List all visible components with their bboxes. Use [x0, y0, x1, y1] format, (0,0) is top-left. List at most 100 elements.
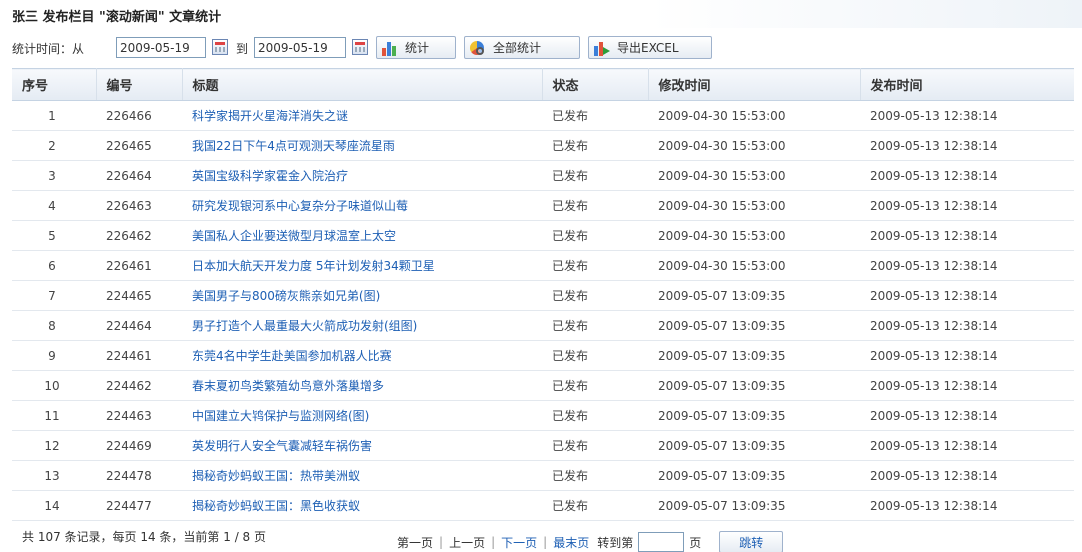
row-seq-cell: 10: [12, 370, 96, 401]
goto-label: 转到第: [597, 535, 634, 550]
row-modified-time-cell: 2009-05-07 13:09:35: [648, 460, 860, 491]
row-status-cell: 已发布: [542, 490, 648, 521]
row-seq-cell: 11: [12, 400, 96, 431]
export-excel-button[interactable]: 导出EXCEL: [588, 36, 712, 59]
row-id-cell: 226461: [96, 250, 182, 281]
row-seq-cell: 7: [12, 280, 96, 311]
row-published-time-cell: 2009-05-13 12:38:14: [860, 490, 1074, 521]
row-status-cell: 已发布: [542, 130, 648, 161]
time-range-label: 统计时间：从: [12, 42, 85, 56]
row-status-cell: 已发布: [542, 160, 648, 191]
goto-page-input[interactable]: [638, 532, 685, 552]
table-row: 12 224469 英发明行人安全气囊减轻车祸伤害 已发布 2009-05-07 13:…: [12, 430, 1074, 461]
row-title-cell: 东莞4名中学生赴美国参加机器人比赛: [182, 340, 542, 371]
row-id-cell: 224469: [96, 430, 182, 461]
row-title-link[interactable]: 中国建立大鸨保护与监测网络(图): [192, 409, 369, 423]
row-modified-time-cell: 2009-04-30 15:53:00: [648, 130, 860, 161]
stats-button[interactable]: 统计: [376, 36, 456, 59]
table-row: 9 224461 东莞4名中学生赴美国参加机器人比赛 已发布 2009-05-07 13…: [12, 340, 1074, 371]
row-seq-cell: 5: [12, 220, 96, 251]
row-title-cell: 美国男子与800磅灰熊亲如兄弟(图): [182, 280, 542, 311]
to-label: 到: [236, 42, 249, 56]
pager-separator: |: [491, 535, 496, 549]
table-row: 7 224465 美国男子与800磅灰熊亲如兄弟(图) 已发布 2009-05-07 1…: [12, 280, 1074, 311]
pager-separator: |: [543, 535, 548, 549]
jump-button[interactable]: 跳转: [719, 531, 784, 552]
pagination: 第一页 | 上一页 | 下一页 | 最末页 转到第 页 跳转: [397, 531, 784, 552]
row-title-cell: 英国宝级科学家霍金入院治疗: [182, 160, 542, 191]
row-status-cell: 已发布: [542, 250, 648, 281]
stats-button-label: 统计: [405, 41, 430, 55]
row-modified-time-cell: 2009-05-07 13:09:35: [648, 310, 860, 341]
row-modified-time-cell: 2009-04-30 15:53:00: [648, 220, 860, 251]
row-status-cell: 已发布: [542, 100, 648, 131]
table-row: 4 226463 研究发现银河系中心复杂分子味道似山莓 已发布 2009-04-30 1…: [12, 190, 1074, 221]
row-published-time-cell: 2009-05-13 12:38:14: [860, 400, 1074, 431]
column-header-id: 编号: [96, 68, 183, 101]
row-modified-time-cell: 2009-04-30 15:53:00: [648, 100, 860, 131]
row-title-cell: 英发明行人安全气囊减轻车祸伤害: [182, 430, 542, 461]
row-status-cell: 已发布: [542, 370, 648, 401]
row-title-link[interactable]: 我国22日下午4点可观测天琴座流星雨: [192, 139, 395, 153]
row-title-link[interactable]: 研究发现银河系中心复杂分子味道似山莓: [192, 199, 408, 213]
row-title-link[interactable]: 揭秘奇妙蚂蚁王国：黑色收获蚁: [192, 499, 360, 513]
row-seq-cell: 2: [12, 130, 96, 161]
row-published-time-cell: 2009-05-13 12:38:14: [860, 340, 1074, 371]
row-title-link[interactable]: 春末夏初鸟类繁殖幼鸟意外落巢增多: [192, 379, 384, 393]
all-stats-button[interactable]: 全部统计: [464, 36, 580, 59]
row-title-link[interactable]: 男子打造个人最重最大火箭成功发射(组图): [192, 319, 417, 333]
row-title-link[interactable]: 美国男子与800磅灰熊亲如兄弟(图): [192, 289, 380, 303]
calendar-icon[interactable]: [212, 39, 228, 55]
table-row: 14 224477 揭秘奇妙蚂蚁王国：黑色收获蚁 已发布 2009-05-07 13:0…: [12, 490, 1074, 521]
table-row: 11 224463 中国建立大鸨保护与监测网络(图) 已发布 2009-05-07 13…: [12, 400, 1074, 431]
row-published-time-cell: 2009-05-13 12:38:14: [860, 250, 1074, 281]
row-title-link[interactable]: 科学家揭开火星海洋消失之谜: [192, 109, 348, 123]
row-status-cell: 已发布: [542, 190, 648, 221]
row-title-link[interactable]: 揭秘奇妙蚂蚁王国：热带美洲蚁: [192, 469, 360, 483]
row-id-cell: 226464: [96, 160, 182, 191]
row-published-time-cell: 2009-05-13 12:38:14: [860, 280, 1074, 311]
row-title-cell: 春末夏初鸟类繁殖幼鸟意外落巢增多: [182, 370, 542, 401]
row-title-cell: 研究发现银河系中心复杂分子味道似山莓: [182, 190, 542, 221]
last-page-link[interactable]: 最末页: [553, 534, 589, 551]
title-bar: 张三 发布栏目 "滚动新闻" 文章统计: [0, 0, 1082, 28]
row-seq-cell: 8: [12, 310, 96, 341]
row-status-cell: 已发布: [542, 310, 648, 341]
page-unit-label: 页: [689, 535, 702, 550]
table-header-row: 序号 编号 标题 状态 修改时间 发布时间: [12, 68, 1074, 101]
row-published-time-cell: 2009-05-13 12:38:14: [860, 130, 1074, 161]
row-title-link[interactable]: 美国私人企业要送微型月球温室上太空: [192, 229, 396, 243]
row-seq-cell: 13: [12, 460, 96, 491]
table-row: 1 226466 科学家揭开火星海洋消失之谜 已发布 2009-04-30 15:53:…: [12, 100, 1074, 131]
filter-bar: 统计时间：从 到 统计 全部统计 导出EXCEL: [0, 32, 1082, 62]
pie-chart-icon: [469, 40, 487, 56]
row-id-cell: 224478: [96, 460, 182, 491]
row-published-time-cell: 2009-05-13 12:38:14: [860, 370, 1074, 401]
page-title: 张三 发布栏目 "滚动新闻" 文章统计: [12, 10, 222, 25]
column-header-seq: 序号: [12, 68, 97, 101]
row-title-link[interactable]: 日本加大航天开发力度 5年计划发射34颗卫星: [192, 259, 435, 273]
row-id-cell: 226462: [96, 220, 182, 251]
row-title-cell: 男子打造个人最重最大火箭成功发射(组图): [182, 310, 542, 341]
row-modified-time-cell: 2009-04-30 15:53:00: [648, 190, 860, 221]
from-date-input[interactable]: [116, 37, 206, 58]
row-title-cell: 科学家揭开火星海洋消失之谜: [182, 100, 542, 131]
row-id-cell: 224464: [96, 310, 182, 341]
row-id-cell: 224463: [96, 400, 182, 431]
calendar-icon[interactable]: [352, 39, 368, 55]
row-title-link[interactable]: 英国宝级科学家霍金入院治疗: [192, 169, 348, 183]
row-modified-time-cell: 2009-05-07 13:09:35: [648, 400, 860, 431]
table-row: 13 224478 揭秘奇妙蚂蚁王国：热带美洲蚁 已发布 2009-05-07 13:0…: [12, 460, 1074, 491]
row-seq-cell: 4: [12, 190, 96, 221]
prev-page-link[interactable]: 上一页: [449, 534, 485, 551]
column-header-published: 发布时间: [860, 68, 1074, 101]
first-page-link[interactable]: 第一页: [397, 534, 433, 551]
row-title-link[interactable]: 东莞4名中学生赴美国参加机器人比赛: [192, 349, 392, 363]
row-modified-time-cell: 2009-05-07 13:09:35: [648, 370, 860, 401]
to-date-input[interactable]: [254, 37, 346, 58]
row-title-cell: 揭秘奇妙蚂蚁王国：黑色收获蚁: [182, 490, 542, 521]
row-title-link[interactable]: 英发明行人安全气囊减轻车祸伤害: [192, 439, 372, 453]
column-header-modified: 修改时间: [648, 68, 861, 101]
next-page-link[interactable]: 下一页: [501, 534, 537, 551]
row-seq-cell: 12: [12, 430, 96, 461]
